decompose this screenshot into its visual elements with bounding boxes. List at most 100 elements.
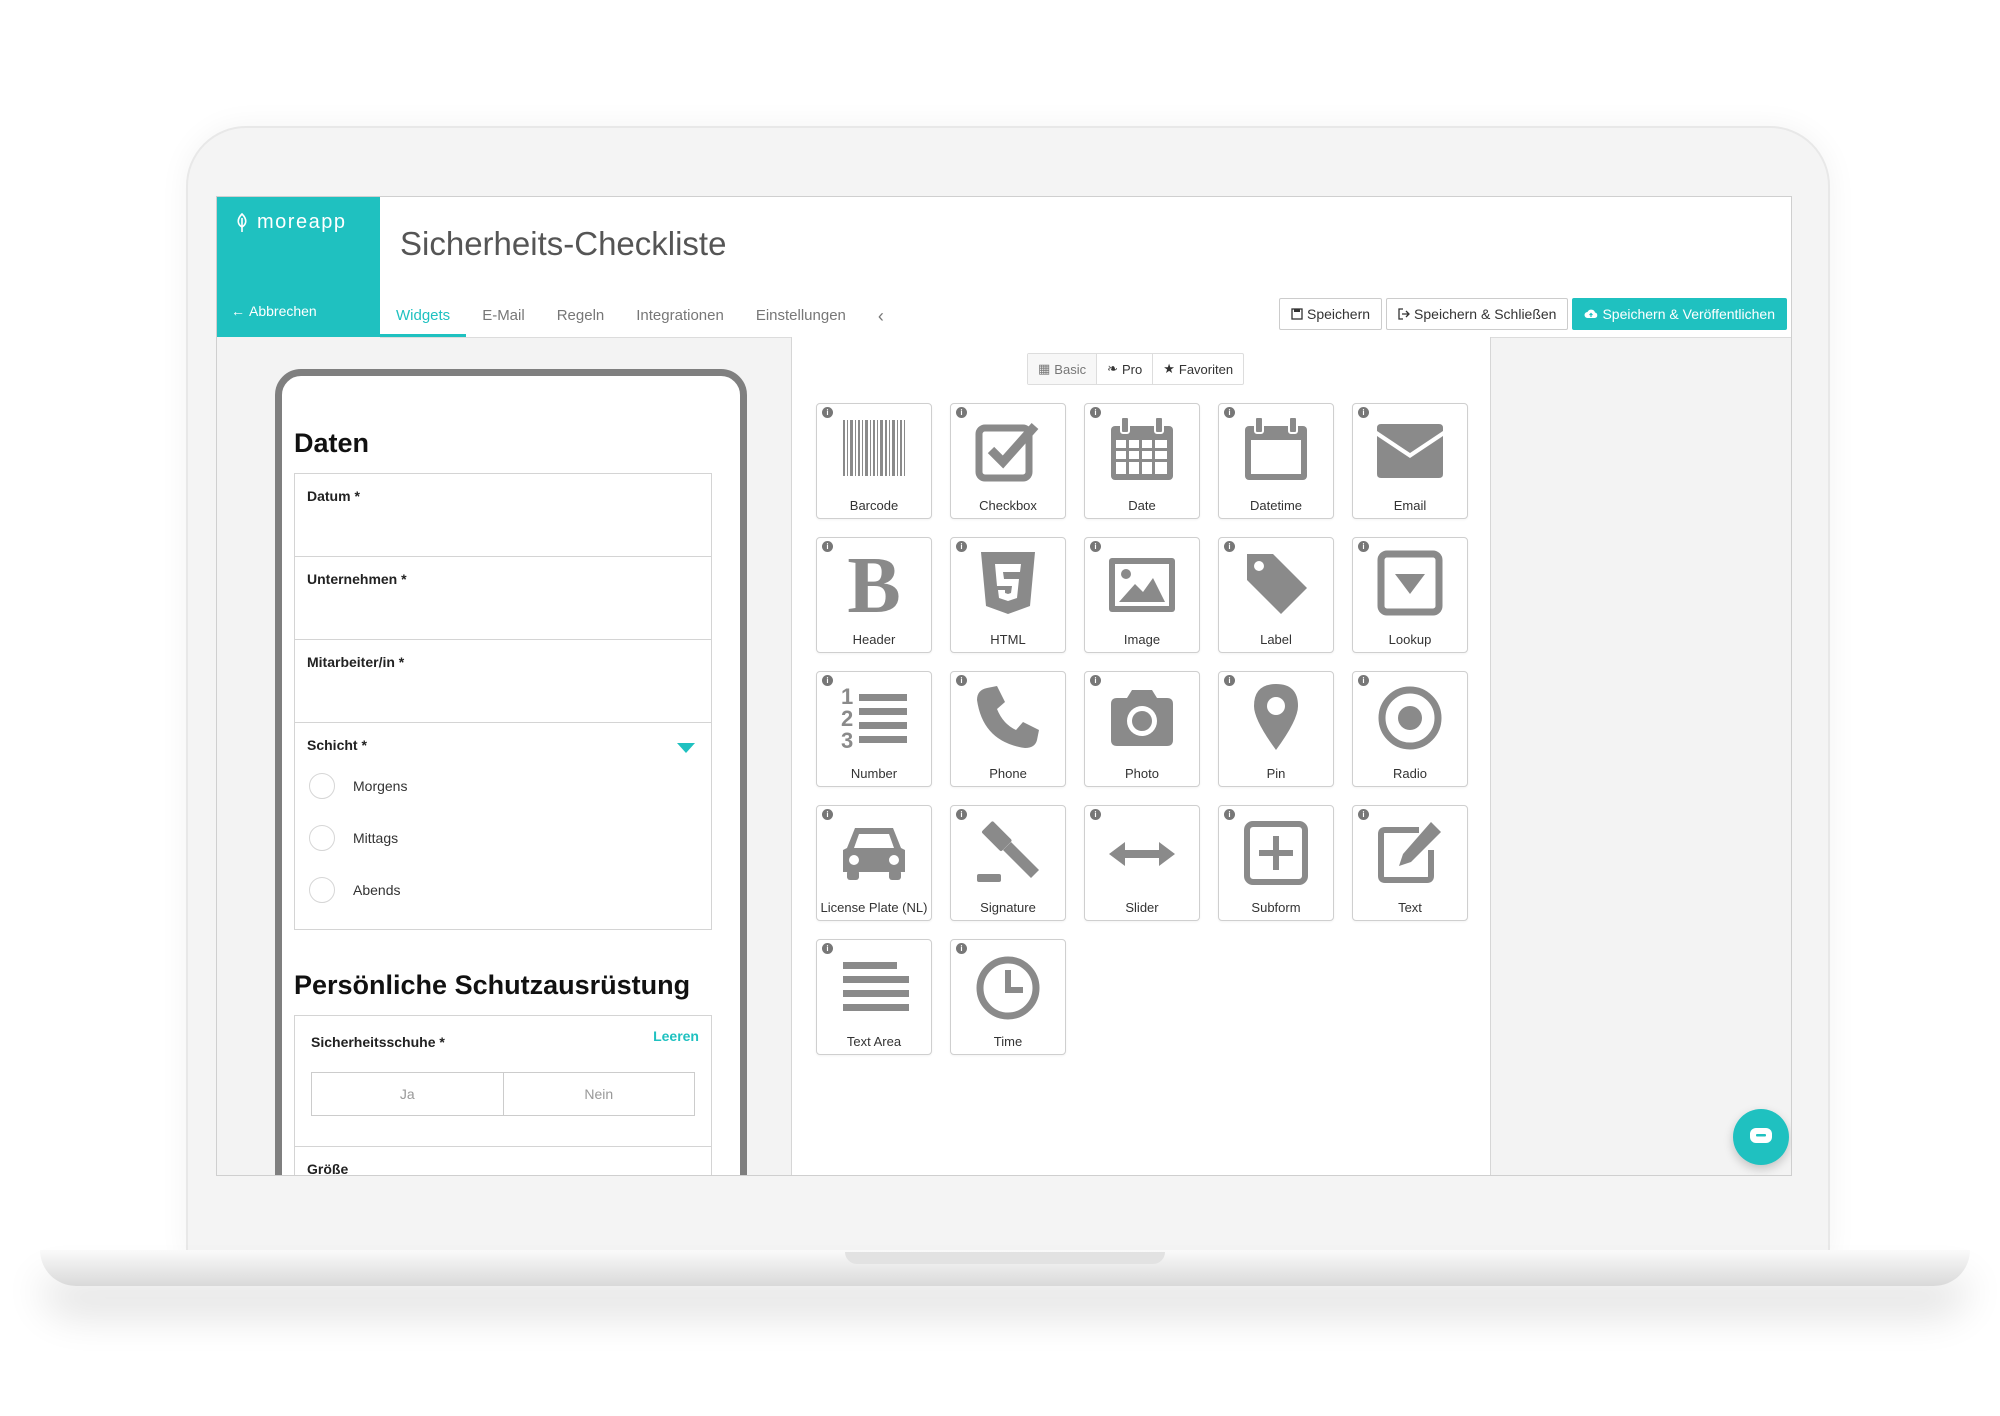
widget-label: Email [1393, 498, 1427, 513]
widget-html[interactable]: i HTML [950, 537, 1066, 653]
filter-favorites[interactable]: ★ Favoriten [1152, 354, 1243, 384]
widget-radio[interactable]: i Radio [1352, 671, 1468, 787]
field-company[interactable]: Unternehmen * [294, 557, 712, 640]
widget-text[interactable]: i Text [1352, 805, 1468, 921]
tab-rules[interactable]: Regeln [541, 307, 621, 337]
yes-option[interactable]: Ja [312, 1073, 503, 1115]
info-icon[interactable]: i [1090, 809, 1101, 820]
widget-photo[interactable]: i Photo [1084, 671, 1200, 787]
widget-time[interactable]: i Time [950, 939, 1066, 1055]
cancel-label: Abbrechen [249, 303, 317, 319]
widget-datetime[interactable]: i Datetime [1218, 403, 1334, 519]
widget-label: Label [1260, 632, 1292, 647]
widget-text-area[interactable]: i Text Area [816, 939, 932, 1055]
info-icon[interactable]: i [1358, 407, 1369, 418]
radio-circle[interactable] [309, 825, 335, 851]
widget-email[interactable]: i Email [1352, 403, 1468, 519]
info-icon[interactable]: i [1224, 809, 1235, 820]
info-icon[interactable]: i [956, 809, 967, 820]
logo-text: moreapp [257, 211, 347, 233]
no-option[interactable]: Nein [502, 1073, 695, 1115]
calendar-icon [1111, 416, 1173, 480]
info-icon[interactable]: i [1224, 675, 1235, 686]
save-close-button[interactable]: Speichern & Schließen [1386, 298, 1569, 330]
clear-link[interactable]: Leeren [653, 1028, 699, 1044]
chat-button[interactable] [1733, 1109, 1789, 1165]
widget-number[interactable]: i 1 2 3 Number [816, 671, 932, 787]
floppy-disk-icon [1291, 308, 1303, 320]
info-icon[interactable]: i [1090, 675, 1101, 686]
info-icon[interactable]: i [822, 675, 833, 686]
widget-image[interactable]: i Image [1084, 537, 1200, 653]
tab-widgets[interactable]: Widgets [380, 307, 467, 337]
section-title-ppe: Persönliche Schutzausrüstung [294, 970, 691, 1000]
radio-circle[interactable] [309, 877, 335, 903]
info-icon[interactable]: i [1358, 809, 1369, 820]
field-date[interactable]: Datum * [294, 473, 712, 557]
info-icon[interactable]: i [822, 943, 833, 954]
widget-subform[interactable]: i Subform [1218, 805, 1334, 921]
radio-option[interactable]: Morgens [309, 773, 407, 799]
info-icon[interactable]: i [822, 809, 833, 820]
widget-date[interactable]: i Date [1084, 403, 1200, 519]
save-publish-label: Speichern & Veröffentlichen [1602, 306, 1775, 322]
radio-circle[interactable] [309, 773, 335, 799]
caret-down-icon[interactable] [677, 743, 695, 753]
tab-integrations[interactable]: Integrationen [620, 307, 740, 337]
info-icon[interactable]: i [956, 675, 967, 686]
info-icon[interactable]: i [1224, 407, 1235, 418]
tab-bar: Widgets E-Mail Regeln Integrationen Eins… [380, 295, 900, 337]
filter-basic[interactable]: ▦ Basic [1028, 354, 1097, 384]
chevron-left-icon[interactable]: ‹ [862, 306, 900, 337]
widget-label[interactable]: i Label [1218, 537, 1334, 653]
checkbox-icon [975, 423, 1039, 482]
tab-email[interactable]: E-Mail [466, 307, 541, 337]
field-label: Sicherheitsschuhe * [311, 1034, 445, 1050]
info-icon[interactable]: i [956, 407, 967, 418]
phone-preview: Daten Datum * Unternehmen * Mitarbeiter/… [275, 369, 747, 1176]
pencil-square-icon [1378, 822, 1441, 883]
widget-header[interactable]: i B Header [816, 537, 932, 653]
filter-pro[interactable]: ❧ Pro [1096, 354, 1152, 384]
info-icon[interactable]: i [1090, 541, 1101, 552]
logo: moreapp [235, 211, 346, 234]
filter-label: Pro [1122, 361, 1143, 377]
radio-label: Mittags [353, 830, 399, 846]
filter-label: Basic [1054, 361, 1087, 377]
widget-slider[interactable]: i Slider [1084, 805, 1200, 921]
tab-settings[interactable]: Einstellungen [740, 307, 862, 337]
field-label: Größe [307, 1161, 349, 1176]
widget-pin[interactable]: i Pin [1218, 671, 1334, 787]
widget-label: Datetime [1249, 498, 1303, 513]
info-icon[interactable]: i [956, 541, 967, 552]
radio-option[interactable]: Mittags [309, 825, 398, 851]
arrow-left-icon: ← [231, 303, 245, 319]
widget-label: Number [850, 766, 898, 781]
cancel-back-link[interactable]: ← Abbrechen [231, 303, 317, 319]
info-icon[interactable]: i [822, 541, 833, 552]
widget-lookup[interactable]: i Lookup [1352, 537, 1468, 653]
radio-option[interactable]: Abends [309, 877, 400, 903]
info-icon[interactable]: i [1224, 541, 1235, 552]
info-icon[interactable]: i [1090, 407, 1101, 418]
gavel-icon [977, 821, 1039, 882]
widget-label: Text Area [846, 1034, 902, 1049]
save-button[interactable]: Speichern [1279, 298, 1383, 330]
info-icon[interactable]: i [956, 943, 967, 954]
widget-label: License Plate (NL) [820, 900, 928, 915]
field-employee[interactable]: Mitarbeiter/in * [294, 640, 712, 723]
widget-phone[interactable]: i Phone [950, 671, 1066, 787]
clock-icon [976, 956, 1040, 1020]
info-icon[interactable]: i [822, 407, 833, 418]
widget-license-plate[interactable]: i License Plate (NL) [816, 805, 932, 921]
info-icon[interactable]: i [1358, 675, 1369, 686]
widget-barcode[interactable]: i Barcode [816, 403, 932, 519]
widget-label: Text [1398, 900, 1422, 915]
chat-bubble-icon [1750, 1128, 1772, 1143]
info-icon[interactable]: i [1358, 541, 1369, 552]
field-size[interactable]: Größe [294, 1147, 712, 1176]
save-publish-button[interactable]: Speichern & Veröffentlichen [1572, 298, 1787, 330]
widget-checkbox[interactable]: i Checkbox [950, 403, 1066, 519]
widget-label: Radio [1393, 766, 1427, 781]
widget-signature[interactable]: i Signature [950, 805, 1066, 921]
